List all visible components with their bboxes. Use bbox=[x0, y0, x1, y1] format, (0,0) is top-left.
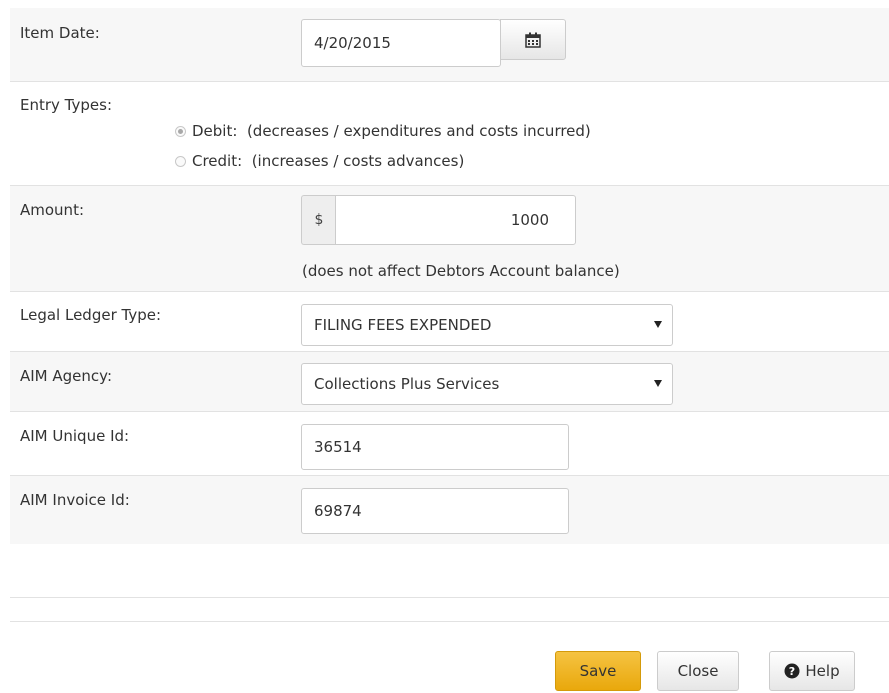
credit-radio[interactable] bbox=[175, 155, 186, 167]
svg-text:?: ? bbox=[789, 665, 795, 678]
entry-types-label: Entry Types: bbox=[20, 96, 112, 114]
amount-input[interactable]: 1000 bbox=[335, 195, 576, 245]
aim-agency-value: Collections Plus Services bbox=[314, 375, 500, 393]
close-button[interactable]: Close bbox=[657, 651, 739, 691]
aim-agency-select[interactable]: Collections Plus Services bbox=[301, 363, 673, 405]
aim-unique-id-input[interactable]: 36514 bbox=[301, 424, 569, 470]
save-button[interactable]: Save bbox=[555, 651, 641, 691]
footer-divider bbox=[10, 621, 889, 622]
aim-invoice-id-input[interactable]: 69874 bbox=[301, 488, 569, 534]
credit-option[interactable]: Credit: (increases / costs advances) bbox=[175, 152, 464, 170]
question-circle-icon: ? bbox=[784, 663, 800, 679]
aim-agency-label: AIM Agency: bbox=[20, 367, 112, 385]
calendar-button[interactable] bbox=[500, 19, 566, 60]
debit-option[interactable]: Debit: (decreases / expenditures and cos… bbox=[175, 122, 591, 140]
help-button[interactable]: ? Help bbox=[769, 651, 855, 691]
help-label: Help bbox=[805, 662, 840, 680]
chevron-down-icon bbox=[654, 321, 662, 328]
footer-divider bbox=[10, 597, 889, 598]
amount-note: (does not affect Debtors Account balance… bbox=[302, 262, 620, 280]
calendar-icon bbox=[525, 32, 541, 48]
item-date-label: Item Date: bbox=[20, 24, 100, 42]
amount-value: 1000 bbox=[510, 211, 549, 229]
debit-label: Debit: (decreases / expenditures and cos… bbox=[192, 122, 591, 140]
aim-invoice-id-label: AIM Invoice Id: bbox=[20, 491, 130, 509]
credit-label: Credit: (increases / costs advances) bbox=[192, 152, 465, 170]
item-date-input[interactable]: 4/20/2015 bbox=[301, 19, 501, 67]
chevron-down-icon bbox=[654, 380, 662, 387]
amount-label: Amount: bbox=[20, 201, 84, 219]
currency-addon: $ bbox=[301, 195, 336, 245]
aim-unique-id-label: AIM Unique Id: bbox=[20, 427, 130, 445]
legal-ledger-type-label: Legal Ledger Type: bbox=[20, 306, 162, 324]
legal-ledger-type-select[interactable]: FILING FEES EXPENDED bbox=[301, 304, 673, 346]
debit-radio[interactable] bbox=[175, 125, 186, 137]
legal-ledger-type-value: FILING FEES EXPENDED bbox=[314, 316, 492, 334]
